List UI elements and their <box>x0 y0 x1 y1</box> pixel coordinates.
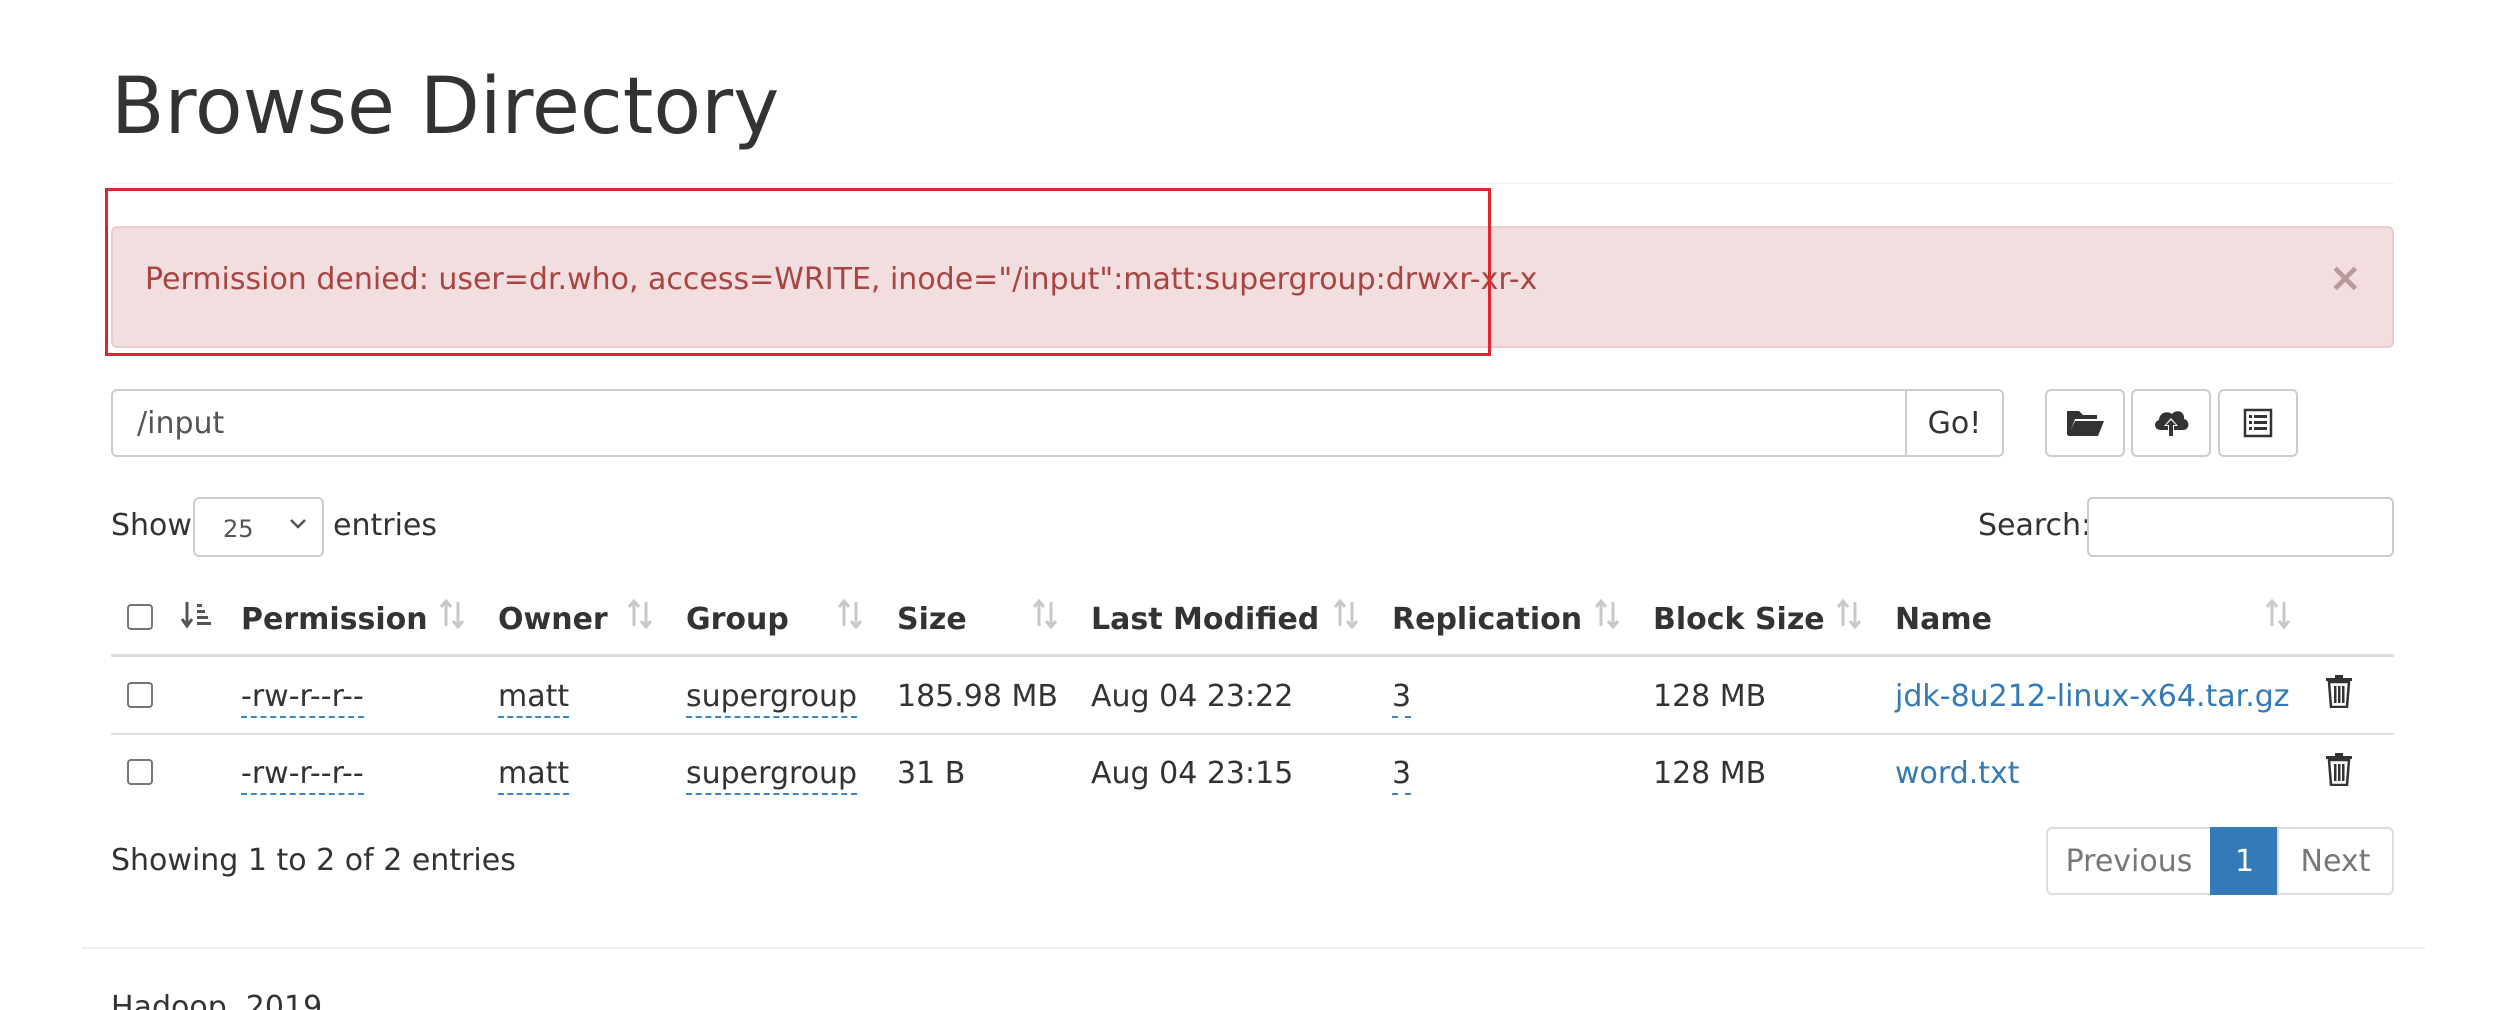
size-cell: 185.98 MB <box>897 679 1058 714</box>
block-size-cell: 128 MB <box>1653 679 1767 714</box>
table-info: Showing 1 to 2 of 2 entries <box>111 843 516 878</box>
header-last-modified[interactable]: Last Modified <box>1091 602 1319 637</box>
header-size[interactable]: Size <box>897 602 967 637</box>
browse-directory-page: Browse Directory Permission denied: user… <box>0 0 2496 1010</box>
replication-cell[interactable]: 3 <box>1392 756 1412 795</box>
search-input[interactable] <box>2087 497 2394 557</box>
sort-icon[interactable] <box>1331 598 1361 630</box>
sort-icon[interactable] <box>1030 598 1060 630</box>
close-icon[interactable]: × <box>2328 258 2362 298</box>
permission-cell[interactable]: -rw-r--r-- <box>241 679 364 718</box>
folder-open-icon <box>2067 411 2104 436</box>
header-block-size[interactable]: Block Size <box>1653 602 1825 637</box>
page-title: Browse Directory <box>111 62 780 152</box>
row-checkbox[interactable] <box>127 682 153 708</box>
header-owner[interactable]: Owner <box>498 602 608 637</box>
create-directory-button[interactable] <box>2045 389 2125 457</box>
trash-icon[interactable] <box>2325 752 2353 786</box>
sort-icon[interactable] <box>1592 598 1622 630</box>
search-label: Search: <box>1978 508 2092 543</box>
group-cell[interactable]: supergroup <box>686 756 858 795</box>
go-button[interactable]: Go! <box>1905 389 2004 457</box>
error-alert: Permission denied: user=dr.who, access=W… <box>111 226 2394 348</box>
table-header-divider <box>111 654 2394 657</box>
title-divider <box>111 183 2394 184</box>
file-name-link[interactable]: jdk-8u212-linux-x64.tar.gz <box>1895 679 2290 714</box>
pagination-previous[interactable]: Previous <box>2046 827 2212 895</box>
footer-divider <box>82 947 2425 949</box>
sort-icon[interactable] <box>2263 598 2293 630</box>
owner-cell[interactable]: matt <box>498 679 570 718</box>
row-divider <box>111 733 2394 735</box>
last-modified-cell: Aug 04 23:22 <box>1091 679 1294 714</box>
entries-label: entries <box>333 508 437 543</box>
show-label: Show <box>111 508 192 543</box>
cloud-upload-icon <box>2155 411 2189 436</box>
alert-message: Permission denied: user=dr.who, access=W… <box>145 262 1538 297</box>
permission-cell[interactable]: -rw-r--r-- <box>241 756 364 795</box>
sort-icon[interactable] <box>835 598 865 630</box>
pagination-next[interactable]: Next <box>2277 827 2394 895</box>
sort-icon[interactable] <box>1834 598 1864 630</box>
group-cell[interactable]: supergroup <box>686 679 858 718</box>
list-icon <box>2243 408 2273 438</box>
footer-text: Hadoop, 2019. <box>111 990 332 1010</box>
sort-icon[interactable] <box>437 598 467 630</box>
entries-per-page-select[interactable]: 25 <box>193 497 324 557</box>
chevron-down-icon <box>290 519 306 529</box>
entries-select-value: 25 <box>223 515 254 543</box>
row-checkbox[interactable] <box>127 759 153 785</box>
select-all-checkbox[interactable] <box>127 604 153 630</box>
pagination-page-1[interactable]: 1 <box>2210 827 2279 895</box>
replication-cell[interactable]: 3 <box>1392 679 1412 718</box>
view-list-button[interactable] <box>2218 389 2298 457</box>
sort-icon[interactable] <box>625 598 655 630</box>
trash-icon[interactable] <box>2325 674 2353 708</box>
file-name-link[interactable]: word.txt <box>1895 756 2020 791</box>
size-cell: 31 B <box>897 756 966 791</box>
header-name[interactable]: Name <box>1895 602 1992 637</box>
header-permission[interactable]: Permission <box>241 602 428 637</box>
header-group[interactable]: Group <box>686 602 789 637</box>
block-size-cell: 128 MB <box>1653 756 1767 791</box>
upload-button[interactable] <box>2131 389 2211 457</box>
header-replication[interactable]: Replication <box>1392 602 1582 637</box>
owner-cell[interactable]: matt <box>498 756 570 795</box>
directory-path-input[interactable] <box>111 389 1907 457</box>
last-modified-cell: Aug 04 23:15 <box>1091 756 1294 791</box>
sort-descending-icon[interactable] <box>180 600 212 630</box>
